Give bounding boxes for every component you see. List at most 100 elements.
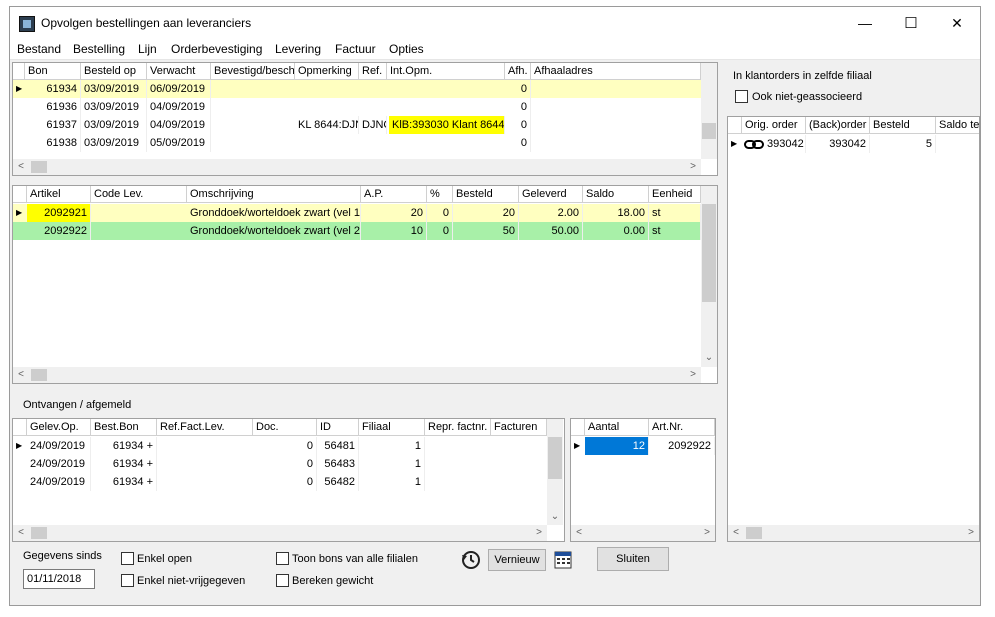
table-row[interactable]: 61936 03/09/2019 04/09/2019 0 <box>13 98 701 116</box>
row-indicator-icon: ▶ <box>16 208 23 217</box>
sluiten-button[interactable]: Sluiten <box>597 547 669 571</box>
scroll-left-icon[interactable]: < <box>13 159 29 175</box>
calendar-icon[interactable] <box>554 551 572 569</box>
orders-hscroll[interactable]: < > <box>13 159 701 175</box>
vernieuw-button[interactable]: Vernieuw <box>488 549 546 571</box>
col-doc[interactable]: Doc. <box>253 419 317 436</box>
col-artikel[interactable]: Artikel <box>27 186 91 203</box>
scroll-down-icon[interactable]: ⌄ <box>701 350 717 366</box>
col-gelev-op[interactable]: Gelev.Op. <box>27 419 91 436</box>
scroll-left-icon[interactable]: < <box>13 367 29 383</box>
menu-bestand[interactable]: Bestand <box>17 42 61 56</box>
col-verwacht[interactable]: Verwacht <box>147 63 211 80</box>
title-bar: Opvolgen bestellingen aan leveranciers —… <box>10 7 980 39</box>
toon-alle-filialen-checkbox[interactable] <box>276 552 289 565</box>
col-code-lev[interactable]: Code Lev. <box>91 186 187 203</box>
orders-vscroll[interactable] <box>701 63 717 159</box>
col-saldo-te[interactable]: Saldo te <box>936 117 979 134</box>
col-klant-besteld[interactable]: Besteld <box>870 117 936 134</box>
table-row[interactable]: ▶ 61934 03/09/2019 06/09/2019 0 <box>13 80 701 98</box>
received-vscroll[interactable]: ⌄ <box>547 419 563 525</box>
menu-orderbevestiging[interactable]: Orderbevestiging <box>171 42 262 56</box>
klant-header: In klantorders in zelfde filiaal Ook nie… <box>727 62 980 116</box>
col-repr-factnr[interactable]: Repr. factnr. <box>425 419 491 436</box>
scroll-down-icon[interactable]: ⌄ <box>547 509 563 525</box>
scroll-right-icon[interactable]: > <box>963 525 979 541</box>
main-window: Opvolgen bestellingen aan leveranciers —… <box>9 6 981 606</box>
close-button[interactable]: ✕ <box>934 7 980 39</box>
scroll-right-icon[interactable]: > <box>685 159 701 175</box>
col-eenheid[interactable]: Eenheid <box>649 186 701 203</box>
scroll-left-icon[interactable]: < <box>571 525 587 541</box>
scroll-left-icon[interactable]: < <box>13 525 29 541</box>
col-back-order[interactable]: (Back)order <box>806 117 870 134</box>
col-filiaal[interactable]: Filiaal <box>359 419 425 436</box>
gegevens-sinds-input[interactable]: 01/11/2018 <box>23 569 95 589</box>
col-aantal[interactable]: Aantal <box>585 419 649 436</box>
table-row[interactable]: ▶ 24/09/2019 61934 + 0 56481 1 <box>13 437 547 455</box>
table-row[interactable]: ▶ 12 2092922 <box>571 437 715 455</box>
window-title: Opvolgen bestellingen aan leveranciers <box>41 16 252 30</box>
menu-bestelling[interactable]: Bestelling <box>73 42 125 56</box>
col-afh[interactable]: Afh. <box>505 63 531 80</box>
history-icon[interactable] <box>460 549 482 571</box>
klant-hscroll[interactable]: < > <box>728 525 979 541</box>
col-int-opm[interactable]: Int.Opm. <box>387 63 505 80</box>
table-row[interactable]: 61937 03/09/2019 04/09/2019 KL 8644:DJN … <box>13 116 701 134</box>
table-row[interactable]: 2092922 Gronddoek/worteldoek zwart (vel … <box>13 222 701 240</box>
col-ref-fact-lev[interactable]: Ref.Fact.Lev. <box>157 419 253 436</box>
col-ref[interactable]: Ref. <box>359 63 387 80</box>
col-id[interactable]: ID <box>317 419 359 436</box>
klant-title: In klantorders in zelfde filiaal <box>733 70 872 82</box>
minimize-button[interactable]: — <box>842 7 888 39</box>
col-omschrijving[interactable]: Omschrijving <box>187 186 361 203</box>
col-besteld-op[interactable]: Besteld op <box>81 63 147 80</box>
table-row[interactable]: 24/09/2019 61934 + 0 56482 1 <box>13 473 547 491</box>
col-besteld[interactable]: Besteld <box>453 186 519 203</box>
toon-alle-filialen-label: Toon bons van alle filialen <box>292 553 418 565</box>
scroll-right-icon[interactable]: > <box>699 525 715 541</box>
menu-levering[interactable]: Levering <box>275 42 321 56</box>
col-art-nr[interactable]: Art.Nr. <box>649 419 715 436</box>
menu-bar: Bestand Bestelling Lijn Orderbevestiging… <box>10 39 980 60</box>
table-row[interactable]: 61938 03/09/2019 05/09/2019 0 <box>13 134 701 152</box>
quantity-hscroll[interactable]: < > <box>571 525 715 541</box>
col-orig-order[interactable]: Orig. order <box>742 117 806 134</box>
table-row[interactable]: ▶ 393042 393042 5 <box>728 135 979 153</box>
orders-grid[interactable]: Bon Besteld op Verwacht Bevestigd/beschi… <box>12 62 718 176</box>
enkel-open-checkbox[interactable] <box>121 552 134 565</box>
enkel-niet-vrijgegeven-checkbox[interactable] <box>121 574 134 587</box>
col-best-bon[interactable]: Best.Bon <box>91 419 157 436</box>
col-ap[interactable]: A.P. <box>361 186 427 203</box>
klant-grid[interactable]: Orig. order (Back)order Besteld Saldo te… <box>727 116 980 542</box>
link-icon[interactable] <box>744 139 764 150</box>
bereken-gewicht-checkbox[interactable] <box>276 574 289 587</box>
quantity-grid[interactable]: Aantal Art.Nr. ▶ 12 2092922 < > <box>570 418 716 542</box>
scroll-right-icon[interactable]: > <box>531 525 547 541</box>
col-bon[interactable]: Bon <box>25 63 81 80</box>
lines-vscroll[interactable]: ⌄ <box>701 186 717 367</box>
col-geleverd[interactable]: Geleverd <box>519 186 583 203</box>
lines-hscroll[interactable]: < > <box>13 367 701 383</box>
menu-lijn[interactable]: Lijn <box>138 42 157 56</box>
maximize-button[interactable]: ☐ <box>888 7 934 39</box>
ook-niet-geassocieerd-checkbox[interactable] <box>735 90 748 103</box>
lines-grid[interactable]: Artikel Code Lev. Omschrijving A.P. % Be… <box>12 185 718 384</box>
received-hscroll[interactable]: < > <box>13 525 547 541</box>
menu-factuur[interactable]: Factuur <box>335 42 376 56</box>
scroll-right-icon[interactable]: > <box>685 367 701 383</box>
table-row[interactable]: ▶ 2092921 Gronddoek/worteldoek zwart (ve… <box>13 204 701 222</box>
received-grid[interactable]: Gelev.Op. Best.Bon Ref.Fact.Lev. Doc. ID… <box>12 418 565 542</box>
col-percent[interactable]: % <box>427 186 453 203</box>
gegevens-sinds-label: Gegevens sinds <box>23 550 102 562</box>
col-afhaaladres[interactable]: Afhaaladres <box>531 63 701 80</box>
menu-opties[interactable]: Opties <box>389 42 424 56</box>
table-row[interactable]: 24/09/2019 61934 + 0 56483 1 <box>13 455 547 473</box>
col-facturen[interactable]: Facturen <box>491 419 547 436</box>
bereken-gewicht-label: Bereken gewicht <box>292 575 374 587</box>
row-indicator-icon: ▶ <box>731 139 738 148</box>
col-bevestigd[interactable]: Bevestigd/beschi <box>211 63 295 80</box>
scroll-left-icon[interactable]: < <box>728 525 744 541</box>
col-opmerking[interactable]: Opmerking <box>295 63 359 80</box>
col-saldo[interactable]: Saldo <box>583 186 649 203</box>
